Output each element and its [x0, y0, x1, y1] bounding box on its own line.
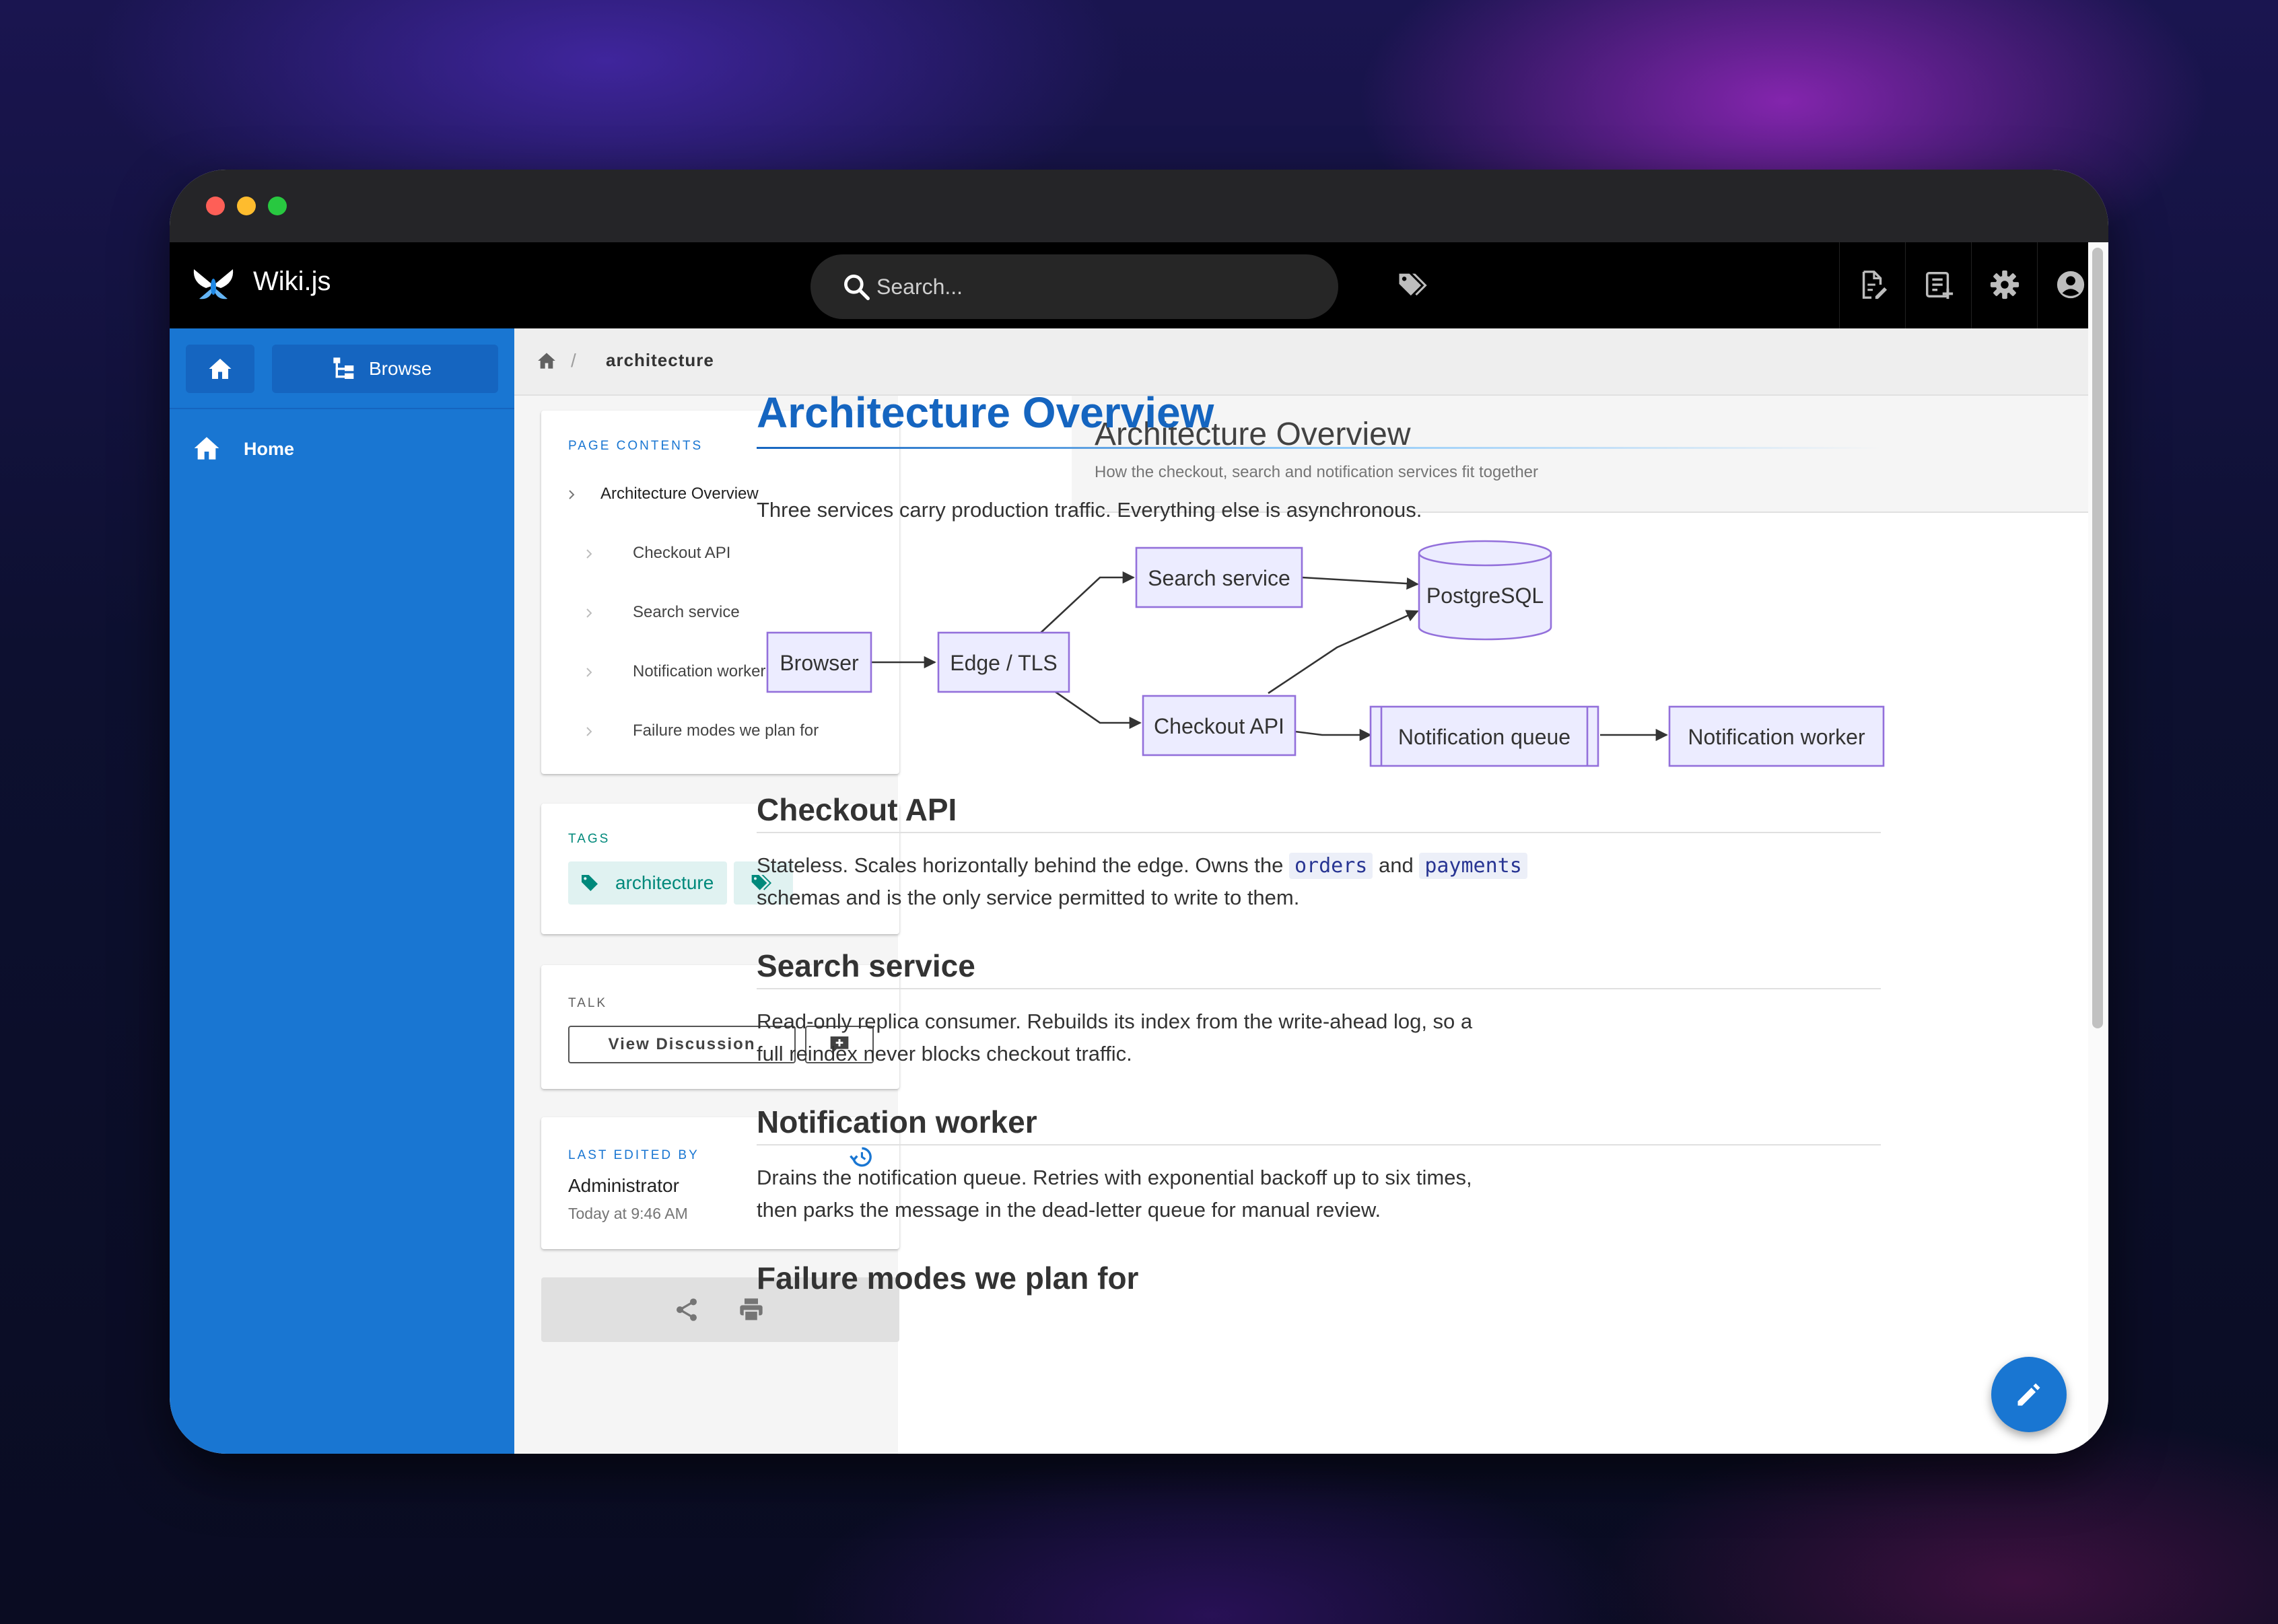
node-label-edge: Edge / TLS: [950, 651, 1058, 675]
checkout-paragraph-line1: Stateless. Scales horizontally behind th…: [757, 849, 1527, 882]
search-icon: [844, 275, 870, 300]
toc-item-checkout-api[interactable]: Checkout API: [633, 544, 730, 563]
minimize-window-button[interactable]: [237, 197, 256, 215]
browse-tags-icon[interactable]: [1395, 268, 1430, 303]
article-heading: Architecture Overview: [757, 388, 1214, 437]
breadcrumb: / architecture: [514, 328, 2088, 396]
search-input[interactable]: Search...: [810, 254, 1338, 319]
search-paragraph-line1: Read-only replica consumer. Rebuilds its…: [757, 1010, 1473, 1033]
node-postgresql: PostgreSQL: [1418, 540, 1552, 641]
new-page-button[interactable]: [1905, 242, 1970, 328]
tags-title: Tags: [568, 832, 611, 846]
page-subtitle: How the checkout, search and notificatio…: [1095, 463, 1539, 481]
node-label-checkout: Checkout API: [1154, 714, 1284, 738]
checkout-paragraph-line2: schemas and is the only service permitte…: [757, 886, 1300, 909]
last-edited-time: Today at 9:46 AM: [568, 1205, 688, 1222]
tag-icon: [582, 875, 598, 891]
breadcrumb-separator: /: [571, 350, 576, 371]
sidebar-divider: [170, 408, 514, 409]
tag-chip-architecture[interactable]: architecture: [568, 861, 728, 905]
page-scrollbar[interactable]: [2088, 242, 2108, 1454]
search-placeholder: Search...: [876, 275, 963, 299]
top-app-bar: Wiki.js Search...: [170, 242, 2088, 328]
breadcrumb-current[interactable]: architecture: [606, 350, 714, 371]
checkout-text-1: Stateless. Scales horizontally behind th…: [757, 853, 1289, 877]
account-circle-icon: [2057, 271, 2085, 299]
code-orders: orders: [1288, 853, 1373, 879]
talk-title: Talk: [568, 996, 608, 1010]
close-window-button[interactable]: [206, 197, 225, 215]
wikijs-logo-icon[interactable]: [191, 265, 236, 306]
home-icon: [209, 359, 232, 379]
toc-item-search-service[interactable]: Search service: [633, 603, 740, 622]
sidebar-home-button[interactable]: [186, 345, 254, 393]
app-brand[interactable]: Wiki.js: [253, 267, 331, 297]
toc-item-notification-worker[interactable]: Notification worker: [633, 662, 765, 681]
sidebar-browse-label: Browse: [369, 358, 432, 379]
toc-title: Page Contents: [568, 439, 703, 453]
edge-search-to-postgres: [1301, 576, 1419, 590]
edge-checkout-to-postgres: [1268, 610, 1419, 695]
worker-paragraph-line2: then parks the message in the dead-lette…: [757, 1198, 1381, 1222]
note-plus-icon: [1926, 272, 1954, 299]
search-paragraph-line2: full reindex never blocks checkout traff…: [757, 1042, 1132, 1065]
sidebar-item-home[interactable]: Home: [170, 420, 514, 476]
edge-checkout-to-queue: [1295, 728, 1372, 742]
heading-underline: [757, 447, 1881, 449]
last-edited-title: Last edited by: [568, 1148, 699, 1162]
checkout-text-2: and: [1373, 853, 1420, 877]
file-tree-icon: [333, 357, 354, 379]
edge-edge-to-search: [1039, 571, 1135, 635]
scrollbar-thumb[interactable]: [2092, 248, 2103, 1028]
chevron-right-icon: [586, 727, 592, 736]
node-search-service: Search service: [1135, 546, 1303, 608]
edit-page-fab[interactable]: [1991, 1357, 2067, 1432]
admin-settings-button[interactable]: [1971, 242, 2036, 328]
article-intro: Three services carry production traffic.…: [757, 498, 1422, 522]
app-window: Wiki.js Search... Browse Home / architec…: [170, 170, 2108, 1454]
node-notification-queue: Notification queue: [1369, 705, 1599, 767]
gear-icon: [1990, 270, 2020, 299]
breadcrumb-home-icon[interactable]: [537, 351, 556, 370]
section-divider: [757, 988, 1881, 989]
toc-item-architecture-overview[interactable]: Architecture Overview: [600, 485, 759, 503]
tag-label: architecture: [615, 872, 714, 893]
chevron-right-icon: [586, 668, 592, 677]
section-heading-search-service: Search service: [757, 948, 975, 983]
node-label-worker: Notification worker: [1688, 725, 1865, 749]
section-divider: [757, 1144, 1881, 1145]
sidebar-item-label: Home: [244, 439, 295, 459]
section-divider: [757, 832, 1881, 833]
window-titlebar: [170, 170, 2108, 242]
code-payments: payments: [1419, 853, 1527, 879]
architecture-diagram: Browser Edge / TLS Search service Checko…: [766, 540, 1885, 767]
navigation-sidebar: Browse Home: [170, 328, 514, 1454]
node-browser: Browser: [766, 631, 872, 693]
last-edited-author: Administrator: [568, 1175, 679, 1196]
edge-edge-to-checkout: [1051, 688, 1142, 730]
node-notification-worker: Notification worker: [1668, 705, 1885, 767]
node-checkout-api: Checkout API: [1142, 695, 1297, 756]
worker-paragraph-line1: Drains the notification queue. Retries w…: [757, 1166, 1472, 1189]
sidebar-browse-button[interactable]: Browse: [272, 345, 498, 393]
node-label-search: Search service: [1148, 566, 1290, 590]
node-edge-tls: Edge / TLS: [937, 631, 1070, 693]
printer-icon[interactable]: [738, 1296, 765, 1323]
maximize-window-button[interactable]: [268, 197, 287, 215]
section-heading-checkout-api: Checkout API: [757, 792, 957, 827]
node-label-postgres: PostgreSQL: [1426, 584, 1544, 608]
chevron-right-icon: [569, 490, 575, 499]
node-label-browser: Browser: [780, 651, 859, 675]
section-heading-notification-worker: Notification worker: [757, 1104, 1037, 1139]
edit-page-button[interactable]: [1839, 242, 1904, 328]
chevron-right-icon: [586, 549, 592, 559]
pencil-icon: [2017, 1383, 2040, 1406]
section-heading-failure-modes: Failure modes we plan for: [757, 1261, 1139, 1296]
home-icon: [194, 437, 219, 460]
share-icon[interactable]: [673, 1296, 700, 1323]
node-label-queue: Notification queue: [1398, 725, 1571, 749]
chevron-right-icon: [586, 608, 592, 618]
file-edit-icon: [1862, 271, 1888, 299]
